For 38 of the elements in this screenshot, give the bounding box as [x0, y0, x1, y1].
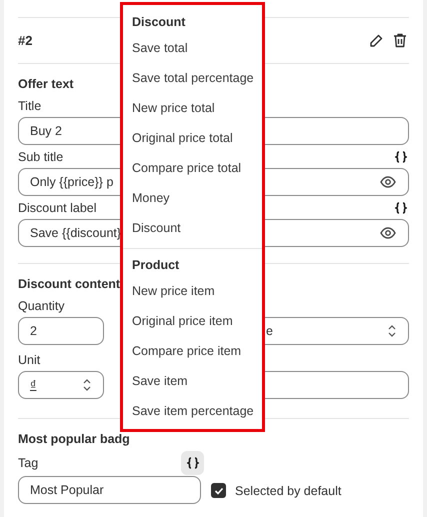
- menu-group-heading: Product: [131, 257, 180, 274]
- eye-icon[interactable]: [380, 176, 396, 188]
- tag-field[interactable]: Most Popular: [18, 476, 201, 504]
- section-heading: Discount content: [18, 276, 120, 292]
- offer-number: #2: [18, 33, 32, 48]
- field-label: Quantity: [18, 298, 65, 315]
- field-label: Sub title: [18, 149, 64, 166]
- menu-item[interactable]: Save total: [123, 33, 197, 63]
- menu-item[interactable]: New price item: [123, 276, 224, 306]
- checkbox-label: Selected by default: [235, 484, 342, 498]
- pencil-icon[interactable]: [369, 34, 383, 48]
- menu-item[interactable]: Save item percentage: [123, 396, 263, 426]
- field-label: Unit: [18, 352, 40, 369]
- braces-icon[interactable]: [395, 151, 407, 163]
- eye-icon[interactable]: [380, 227, 396, 239]
- menu-item[interactable]: Save total percentage: [123, 63, 263, 93]
- field-label: Discount label: [18, 200, 97, 217]
- field-label: Tag: [18, 455, 40, 472]
- checkbox[interactable]: [211, 483, 226, 498]
- section-heading: Offer text: [18, 76, 74, 92]
- menu-group-heading: Discount: [131, 14, 186, 31]
- menu-item[interactable]: New price total: [123, 93, 224, 123]
- menu-item[interactable]: Original price total: [123, 123, 242, 153]
- braces-button[interactable]: [181, 451, 204, 475]
- quantity-field[interactable]: 2: [18, 317, 104, 345]
- chevron-icon: [388, 325, 396, 337]
- menu-item[interactable]: Money: [123, 183, 179, 213]
- menu-item[interactable]: Discount: [123, 213, 190, 243]
- checkmark-icon: [214, 486, 224, 496]
- menu-item[interactable]: Save item: [123, 366, 197, 396]
- chevron-icon: [83, 379, 91, 391]
- field-label: Title: [18, 98, 42, 115]
- braces-icon[interactable]: [395, 202, 407, 214]
- unit-select[interactable]: ₫: [18, 371, 104, 399]
- menu-item[interactable]: Compare price total: [123, 153, 250, 183]
- section-heading: Most popular badg: [18, 431, 130, 447]
- braces-icon: [186, 457, 198, 469]
- trash-icon[interactable]: [393, 33, 407, 48]
